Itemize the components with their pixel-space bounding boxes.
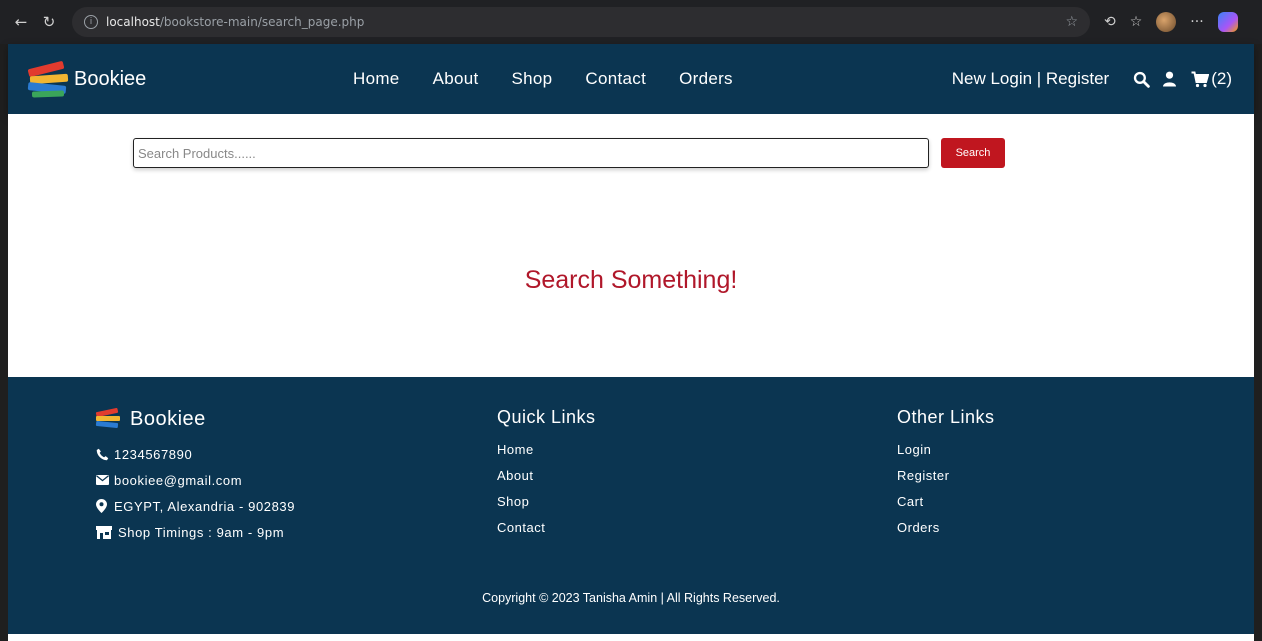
cart-count[interactable]: (2)	[1211, 69, 1232, 89]
footer-link-home[interactable]: Home	[497, 442, 596, 468]
footer-other-links: Other Links Login Register Cart Orders	[897, 407, 995, 546]
more-menu-icon[interactable]: ···	[1190, 14, 1203, 30]
search-icon[interactable]	[1133, 71, 1151, 88]
footer-link-login[interactable]: Login	[897, 442, 995, 468]
search-button[interactable]: Search	[941, 138, 1005, 168]
footer-email: bookiee@gmail.com	[96, 467, 295, 493]
footer-quick-links: Quick Links Home About Shop Contact	[497, 407, 596, 546]
footer-link-about[interactable]: About	[497, 468, 596, 494]
footer-phone: 1234567890	[96, 441, 295, 467]
quick-links-title: Quick Links	[497, 407, 596, 427]
books-icon	[26, 59, 70, 99]
cart-icon[interactable]	[1191, 71, 1210, 88]
browser-toolbar: ← ↻ i localhost /bookstore-main/search_p…	[0, 0, 1262, 44]
brand-logo[interactable]: Bookiee	[26, 59, 146, 99]
url-host: localhost	[106, 15, 160, 29]
footer-link-shop[interactable]: Shop	[497, 494, 596, 520]
footer-brand: Bookiee	[95, 407, 295, 431]
main-nav: Home About Shop Contact Orders	[353, 44, 733, 114]
site-footer: Bookiee 1234567890 bookiee@gmail.com EGY…	[8, 377, 1254, 634]
footer-timings: Shop Timings : 9am - 9pm	[96, 519, 295, 545]
nav-about[interactable]: About	[433, 69, 479, 89]
other-links-title: Other Links	[897, 407, 995, 427]
footer-contact-column: Bookiee 1234567890 bookiee@gmail.com EGY…	[95, 407, 295, 545]
envelope-icon	[96, 475, 114, 485]
profile-avatar[interactable]	[1156, 12, 1177, 32]
phone-icon	[96, 448, 114, 461]
nav-home[interactable]: Home	[353, 69, 400, 89]
page-bottom-edge	[8, 634, 1254, 641]
search-input[interactable]	[133, 138, 929, 168]
footer-link-cart[interactable]: Cart	[897, 494, 995, 520]
nav-orders[interactable]: Orders	[679, 69, 733, 89]
user-icon[interactable]	[1162, 71, 1177, 87]
footer-link-contact[interactable]: Contact	[497, 520, 596, 546]
copilot-icon[interactable]	[1217, 12, 1238, 32]
footer-link-orders[interactable]: Orders	[897, 520, 995, 546]
site-header: Bookiee Home About Shop Contact Orders N…	[8, 44, 1254, 114]
back-icon[interactable]: ←	[10, 11, 32, 33]
nav-contact[interactable]: Contact	[585, 69, 646, 89]
footer-link-register[interactable]: Register	[897, 468, 995, 494]
extensions-icon[interactable]: ⟲	[1104, 14, 1116, 30]
search-section: Search Search Something!	[8, 114, 1254, 377]
books-icon	[95, 407, 122, 431]
search-form: Search	[133, 138, 1005, 168]
address-bar[interactable]: i localhost /bookstore-main/search_page.…	[72, 7, 1090, 37]
map-marker-icon	[96, 499, 114, 513]
footer-brand-name: Bookiee	[130, 407, 206, 430]
reload-icon[interactable]: ↻	[38, 11, 60, 33]
nav-shop[interactable]: Shop	[512, 69, 553, 89]
favorites-icon[interactable]: ☆	[1130, 14, 1143, 30]
url-path: /bookstore-main/search_page.php	[159, 15, 365, 29]
copyright-text: Copyright © 2023 Tanisha Amin | All Righ…	[482, 591, 780, 605]
login-register-link[interactable]: New Login | Register	[952, 69, 1110, 89]
bookmark-star-icon[interactable]: ☆	[1065, 14, 1078, 30]
empty-search-message: Search Something!	[524, 266, 738, 294]
footer-address: EGYPT, Alexandria - 902839	[96, 493, 295, 519]
brand-name: Bookiee	[74, 67, 147, 90]
site-info-icon[interactable]: i	[84, 15, 98, 29]
shop-icon	[96, 525, 118, 539]
